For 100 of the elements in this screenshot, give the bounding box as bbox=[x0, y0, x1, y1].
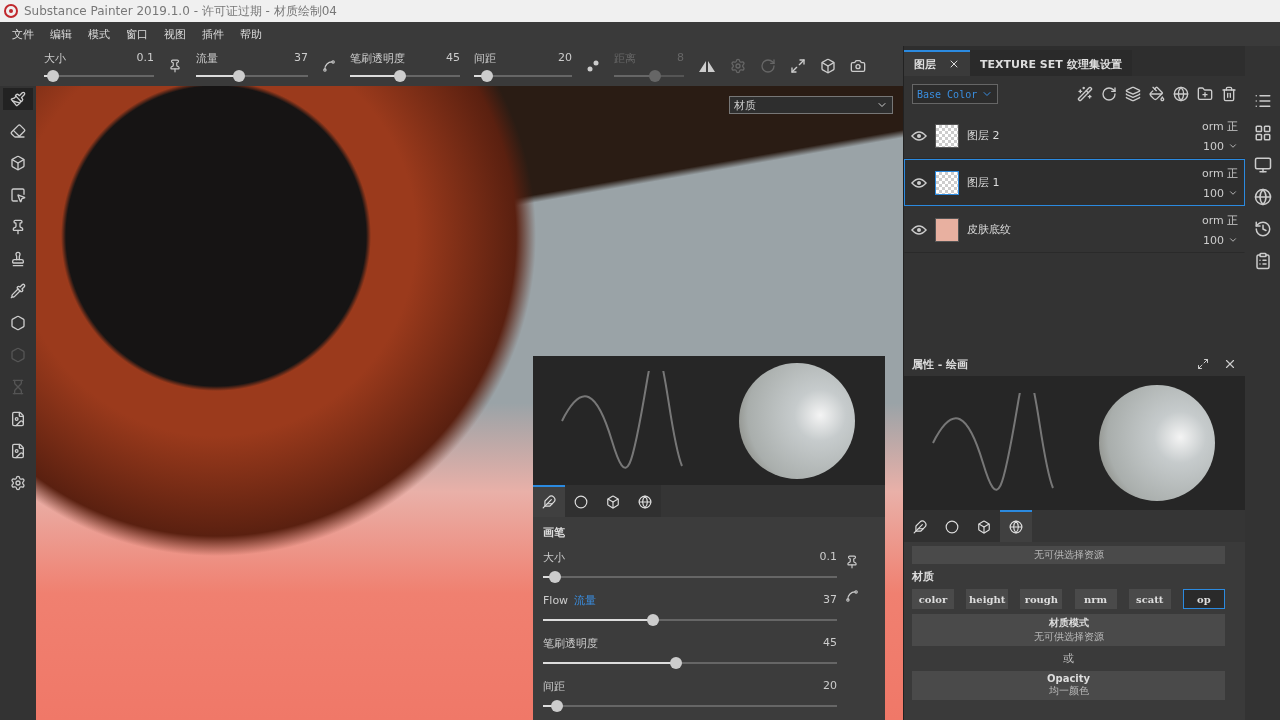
panel-tab[interactable]: TEXTURE SET 纹理集设置 bbox=[970, 50, 1132, 76]
block-title: Opacity bbox=[1046, 673, 1091, 684]
alpha-tab[interactable] bbox=[565, 485, 597, 517]
trash-icon[interactable] bbox=[1221, 86, 1237, 102]
cube-icon[interactable] bbox=[820, 58, 836, 74]
caret-icon[interactable] bbox=[1228, 235, 1238, 245]
globe-icon[interactable] bbox=[1253, 188, 1272, 206]
channel-toggle[interactable]: rough bbox=[1020, 589, 1063, 609]
slider-label: 间距 bbox=[474, 50, 496, 66]
slider-thumb[interactable] bbox=[647, 614, 660, 626]
material-tab[interactable] bbox=[629, 485, 661, 517]
slider-value[interactable]: 20 bbox=[823, 679, 837, 694]
feather-icon bbox=[542, 495, 556, 509]
slider-thumb[interactable] bbox=[46, 69, 59, 82]
brush-tab[interactable] bbox=[904, 510, 936, 542]
globe-icon[interactable] bbox=[1173, 86, 1189, 102]
panel-tab[interactable]: 图层 bbox=[904, 50, 970, 76]
blend-channel: orm bbox=[1202, 119, 1224, 133]
camera-icon[interactable] bbox=[850, 58, 866, 74]
list-icon[interactable] bbox=[1253, 92, 1272, 110]
circle-icon bbox=[945, 520, 959, 534]
grid-icon[interactable] bbox=[1253, 124, 1272, 142]
window-title: Substance Painter 2019.1.0 - 许可证过期 - 材质绘制04 bbox=[24, 2, 337, 20]
slider-value[interactable]: 37 bbox=[294, 50, 308, 66]
slider-thumb[interactable] bbox=[548, 571, 561, 583]
blend-channel: orm bbox=[1202, 213, 1224, 227]
channel-toggle[interactable]: nrm bbox=[1074, 589, 1117, 609]
magic-wand-icon[interactable] bbox=[1077, 86, 1093, 102]
viewport-render[interactable]: 材质 画笔 大小 0.1 Flow 流量 37 笔刷透明度 45 间距 20 bbox=[36, 86, 903, 720]
monitor-icon[interactable] bbox=[1253, 156, 1272, 174]
blend-mode[interactable]: 正 bbox=[1227, 213, 1238, 227]
add-folder-icon[interactable] bbox=[1197, 86, 1213, 102]
close-icon[interactable] bbox=[1223, 357, 1237, 371]
slider-hint: 流量 bbox=[574, 594, 597, 607]
eye-icon[interactable] bbox=[911, 224, 927, 235]
dots-icon[interactable] bbox=[586, 59, 600, 73]
cube-icon bbox=[606, 495, 620, 509]
menu-item[interactable]: 编辑 bbox=[42, 26, 80, 42]
slider-label: Flow bbox=[543, 594, 569, 607]
layer-opacity[interactable]: 100 bbox=[1203, 186, 1224, 200]
channel-dropdown[interactable]: Base Color bbox=[912, 84, 999, 104]
slider-value[interactable]: 37 bbox=[823, 593, 837, 608]
channel-toggle[interactable]: op bbox=[1182, 589, 1225, 609]
channel-dropdown[interactable]: 材质 bbox=[729, 96, 893, 114]
slider-label: 笔刷透明度 bbox=[543, 637, 598, 650]
menu-item[interactable]: 插件 bbox=[194, 26, 232, 42]
brush-tab[interactable] bbox=[533, 485, 565, 517]
slider-label: 间距 bbox=[543, 680, 565, 693]
resource-note: 无可供选择资源 bbox=[1033, 548, 1104, 562]
slider-value[interactable]: 20 bbox=[558, 50, 572, 66]
menu-item[interactable]: 视图 bbox=[156, 26, 194, 42]
eye-icon[interactable] bbox=[911, 130, 927, 141]
paint-bucket-icon[interactable] bbox=[1149, 86, 1165, 102]
layer-opacity[interactable]: 100 bbox=[1203, 233, 1224, 247]
slider-thumb[interactable] bbox=[648, 69, 661, 82]
slider-value[interactable]: 0.1 bbox=[819, 550, 837, 565]
mirror-icon[interactable] bbox=[698, 59, 716, 73]
menu-item[interactable]: 模式 bbox=[80, 26, 118, 42]
maximize-icon[interactable] bbox=[1197, 358, 1209, 370]
panel-title: 属性 - 绘画 bbox=[912, 356, 969, 372]
resource-note: 均一颜色 bbox=[1048, 685, 1089, 698]
refresh-icon[interactable] bbox=[1101, 86, 1117, 102]
blend-mode[interactable]: 正 bbox=[1227, 119, 1238, 133]
brush-icon[interactable] bbox=[3, 88, 33, 110]
circle-icon bbox=[574, 495, 588, 509]
slider-value[interactable]: 45 bbox=[446, 50, 460, 66]
section-heading: 画笔 bbox=[543, 525, 566, 540]
or-label: 或 bbox=[1062, 651, 1075, 666]
slider-value[interactable]: 0.1 bbox=[136, 50, 154, 66]
clipboard-icon[interactable] bbox=[1253, 252, 1272, 270]
blend-channel: orm bbox=[1202, 166, 1224, 180]
close-icon[interactable] bbox=[948, 58, 960, 70]
globe-icon bbox=[1009, 520, 1023, 534]
layer-opacity[interactable]: 100 bbox=[1203, 139, 1224, 153]
channel-toggle[interactable]: color bbox=[912, 589, 954, 609]
material-tab[interactable] bbox=[1000, 510, 1032, 542]
menu-item[interactable]: 窗口 bbox=[118, 26, 156, 42]
slider-value[interactable]: 45 bbox=[823, 636, 837, 651]
stencil-tab[interactable] bbox=[968, 510, 1000, 542]
cube-icon bbox=[977, 520, 991, 534]
add-layer-icon[interactable] bbox=[1125, 86, 1141, 102]
blend-mode[interactable]: 正 bbox=[1227, 166, 1238, 180]
slider-thumb[interactable] bbox=[394, 69, 407, 82]
slider-label: 大小 bbox=[44, 50, 66, 66]
feather-icon bbox=[913, 520, 927, 534]
channel-toggle[interactable]: height bbox=[966, 589, 1009, 609]
layer-row[interactable]: 图层 1 orm 正 100 bbox=[904, 159, 1245, 206]
line-icon[interactable] bbox=[322, 59, 336, 73]
caret-icon[interactable] bbox=[1228, 188, 1238, 198]
resource-note: 无可供选择资源 bbox=[1033, 630, 1104, 644]
menu-item[interactable]: 帮助 bbox=[232, 26, 270, 42]
eye-icon[interactable] bbox=[911, 177, 927, 188]
slider-thumb[interactable] bbox=[480, 69, 493, 82]
slider-thumb[interactable] bbox=[233, 69, 245, 82]
slider-thumb[interactable] bbox=[551, 700, 564, 712]
caret-icon[interactable] bbox=[1228, 141, 1238, 151]
menu-item[interactable]: 文件 bbox=[4, 26, 42, 42]
slider-thumb[interactable] bbox=[669, 657, 682, 669]
history-icon[interactable] bbox=[1253, 220, 1272, 238]
channel-toggle[interactable]: scatt bbox=[1128, 589, 1171, 609]
